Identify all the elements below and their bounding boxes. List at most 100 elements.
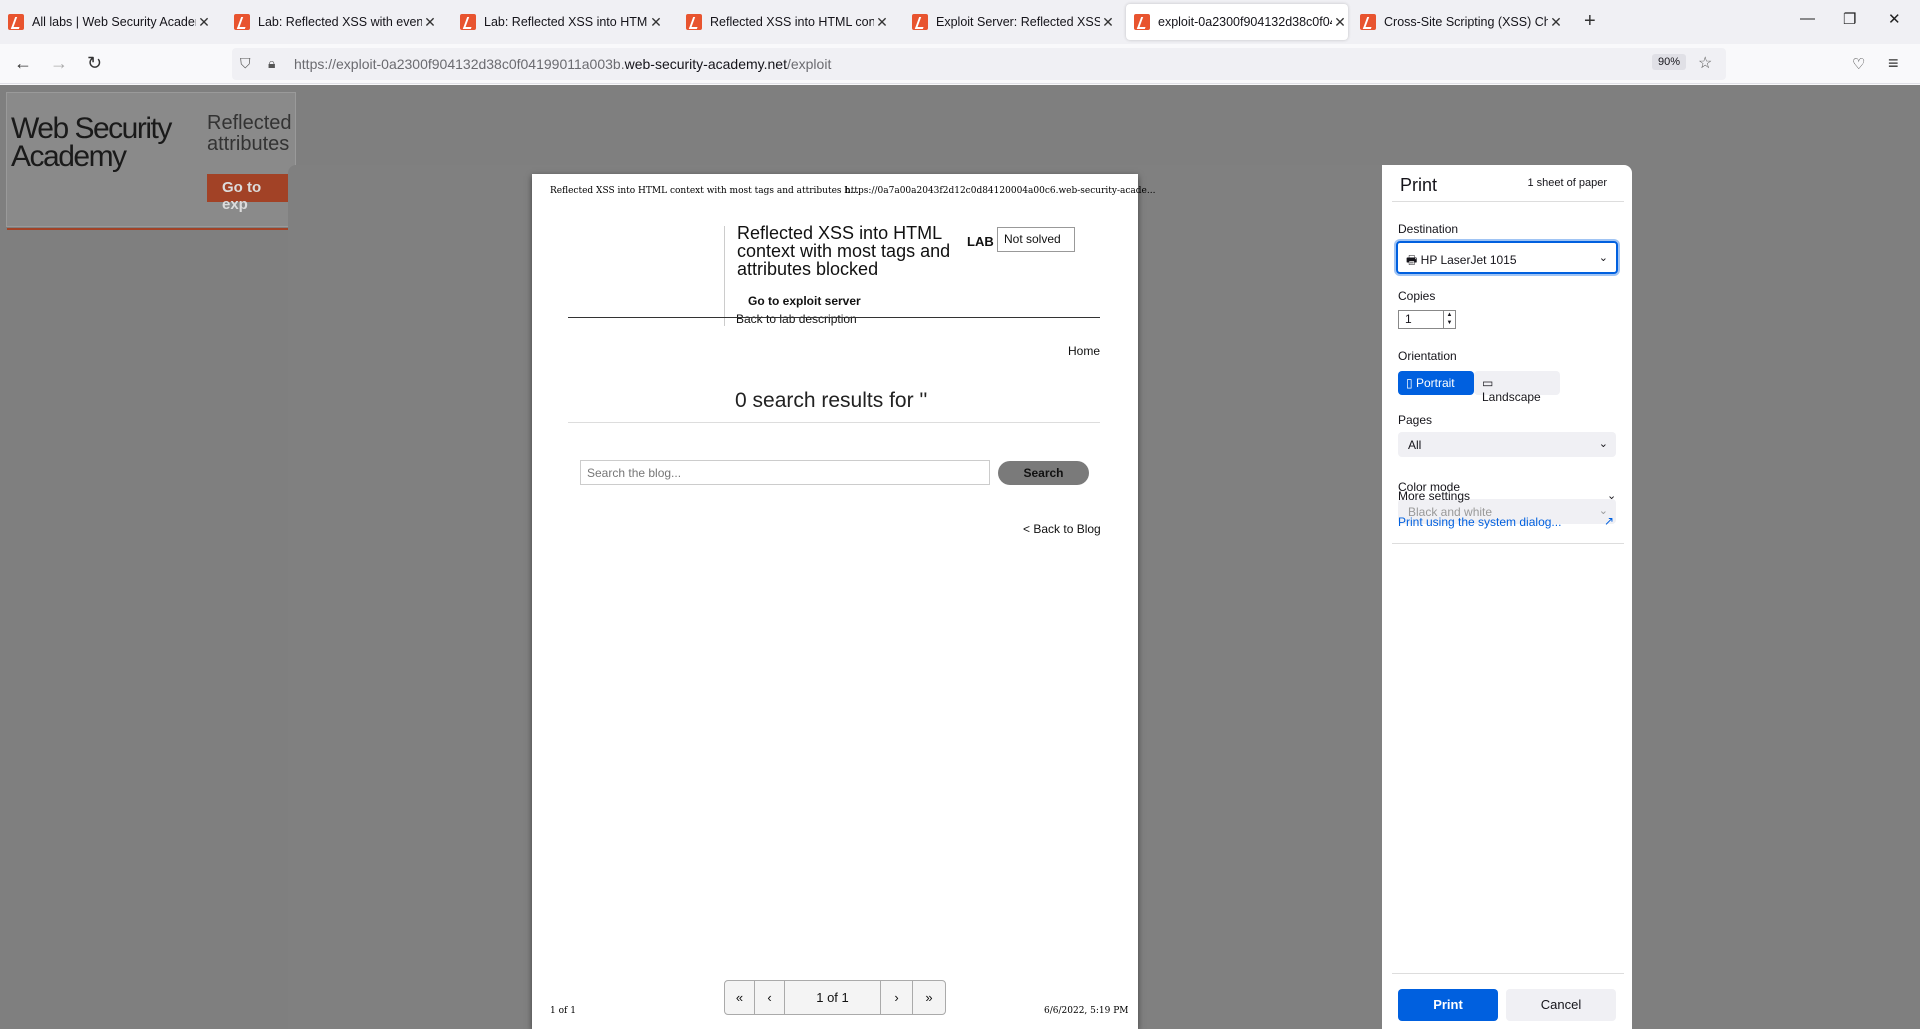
back-icon[interactable]: ← (14, 53, 32, 74)
home-link: Home (1068, 344, 1101, 358)
pages-value: All (1408, 438, 1422, 452)
navigation-toolbar: ← → ↻ ⛉ 🔒︎ https://exploit-0a2300f904132… (0, 44, 1920, 84)
shield-icon[interactable]: ⛉ (240, 55, 251, 72)
academy-logo: Web Security Academy (11, 114, 172, 173)
cancel-button[interactable]: Cancel (1506, 989, 1616, 1021)
background-go-button: Go to exp (207, 174, 297, 213)
page-footer-count: 1 of 1 (550, 1006, 576, 1016)
tab-reflected-xss[interactable]: Reflected XSS into HTML context ✕ (678, 4, 890, 40)
destination-select[interactable]: 🖶 HP LaserJet 1015 ⌄ (1396, 241, 1618, 274)
destination-label: Destination (1398, 222, 1459, 236)
divider (1392, 973, 1624, 974)
destination-value: HP LaserJet 1015 (1420, 253, 1517, 267)
print-button[interactable]: Print (1398, 989, 1498, 1021)
academy-favicon-icon (912, 14, 928, 30)
pages-select[interactable]: All ⌄ (1398, 432, 1616, 457)
pages-label: Pages (1398, 413, 1433, 427)
tab-xss-cheat-sheet[interactable]: Cross-Site Scripting (XSS) Cheat ✕ (1352, 4, 1564, 40)
page-indicator: 1 of 1 (785, 981, 881, 1014)
page-portrait-icon: ▯ (1406, 376, 1413, 390)
close-tab-icon[interactable]: ✕ (648, 14, 664, 31)
spinner-icon[interactable]: ▲ ▼ (1443, 311, 1455, 328)
copies-label: Copies (1398, 289, 1436, 303)
tab-title: Cross-Site Scripting (XSS) Cheat (1384, 15, 1548, 29)
tab-lab-event-handlers[interactable]: Lab: Reflected XSS with event handlers ✕ (226, 4, 438, 40)
restore-icon[interactable]: ❐ (1843, 10, 1856, 28)
url-bar[interactable]: ⛉ 🔒︎ https://exploit-0a2300f904132d38c0f… (232, 48, 1726, 80)
close-tab-icon[interactable]: ✕ (1548, 14, 1564, 31)
academy-favicon-icon (1134, 14, 1150, 30)
tab-all-labs[interactable]: All labs | Web Security Academy ✕ (0, 4, 212, 40)
portrait-label: Portrait (1415, 376, 1455, 390)
last-page-icon[interactable]: » (913, 981, 945, 1014)
orientation-label: Orientation (1398, 349, 1457, 363)
first-page-icon[interactable]: « (725, 981, 755, 1014)
url-domain: web-security-academy.net (624, 56, 787, 72)
copies-stepper[interactable]: 1 ▲ ▼ (1398, 310, 1456, 329)
tab-title: Lab: Reflected XSS into HTML context (484, 15, 648, 29)
close-tab-icon[interactable]: ✕ (1100, 14, 1116, 31)
lock-icon[interactable]: 🔒︎ (268, 55, 275, 72)
close-window-icon[interactable]: ✕ (1888, 10, 1901, 28)
divider (1392, 201, 1624, 202)
divider (724, 226, 725, 326)
close-tab-icon[interactable]: ✕ (1332, 14, 1348, 31)
lab-label: LAB (967, 234, 994, 249)
page-footer-date: 6/6/2022, 5:19 PM (1044, 1006, 1129, 1016)
logo-text: Academy (11, 140, 127, 173)
academy-favicon-icon (234, 14, 250, 30)
next-page-icon[interactable]: › (881, 981, 913, 1014)
tab-lab-html-context[interactable]: Lab: Reflected XSS into HTML context ✕ (452, 4, 664, 40)
url-text[interactable]: https://exploit-0a2300f904132d38c0f04199… (294, 56, 831, 72)
tab-exploit-active[interactable]: exploit-0a2300f904132d38c0f04 ✕ (1126, 4, 1348, 40)
chevron-down-icon: ⌄ (1598, 252, 1608, 264)
blog-search-input: Search the blog... (580, 460, 990, 485)
page-header-title: Reflected XSS into HTML context with mos… (550, 186, 859, 196)
back-lab-description-link: Back to lab description (736, 312, 857, 326)
academy-favicon-icon (686, 14, 702, 30)
print-preview-page: Reflected XSS into HTML context with mos… (532, 174, 1155, 1029)
print-settings-panel: Print 1 sheet of paper Destination 🖶 HP … (1382, 165, 1632, 1029)
academy-favicon-icon (460, 14, 476, 30)
url-path: /exploit (786, 56, 832, 72)
bookmark-star-icon[interactable]: ☆ (1698, 53, 1712, 73)
back-to-blog-link: < Back to Blog (1023, 522, 1101, 536)
reload-icon[interactable]: ↻ (87, 53, 102, 74)
copies-value: 1 (1405, 312, 1412, 326)
close-tab-icon[interactable]: ✕ (196, 14, 212, 31)
minimize-icon[interactable]: — (1800, 10, 1815, 27)
landscape-button[interactable]: ▭ Landscape (1474, 371, 1560, 404)
printer-icon: 🖶 (1406, 253, 1418, 267)
more-settings-toggle[interactable]: More settings (1398, 489, 1470, 503)
tab-exploit-server[interactable]: Exploit Server: Reflected XSS into ✕ (904, 4, 1116, 40)
external-link-icon[interactable]: ↗ (1604, 514, 1614, 528)
zoom-indicator[interactable]: 90% (1652, 54, 1687, 70)
chevron-down-icon: ⌄ (1598, 438, 1608, 450)
blog-search-button: Search (998, 461, 1089, 485)
divider (1392, 543, 1624, 544)
pocket-icon[interactable]: ♡ (1852, 55, 1865, 73)
academy-favicon-icon (1360, 14, 1376, 30)
title-line: attributes (207, 133, 290, 155)
portrait-button[interactable]: ▯ Portrait (1398, 371, 1474, 395)
new-tab-icon[interactable]: + (1584, 10, 1596, 33)
go-exploit-server-link: Go to exploit server (748, 294, 861, 308)
landscape-label: Landscape (1482, 390, 1541, 404)
previous-page-icon[interactable]: ‹ (755, 981, 785, 1014)
divider (7, 228, 297, 230)
menu-icon[interactable]: ≡ (1888, 53, 1899, 74)
close-tab-icon[interactable]: ✕ (874, 14, 890, 31)
tab-title: All labs | Web Security Academy (32, 15, 196, 29)
page-header-url: https://0a7a00a2043f2d12c0d84120004a00c6… (845, 186, 1156, 196)
chevron-down-icon[interactable]: ⌄ (1607, 489, 1616, 502)
lab-title: Reflected XSS into HTML context with mos… (737, 223, 951, 279)
tab-title: exploit-0a2300f904132d38c0f04 (1158, 15, 1332, 29)
close-tab-icon[interactable]: ✕ (422, 14, 438, 31)
search-results-heading: 0 search results for '' (735, 389, 928, 412)
system-dialog-link[interactable]: Print using the system dialog... (1398, 515, 1561, 529)
preview-pager: « ‹ 1 of 1 › » (724, 980, 946, 1015)
forward-icon[interactable]: → (50, 53, 68, 74)
tab-title: Exploit Server: Reflected XSS into (936, 15, 1100, 29)
page-content: Web Security Academy Reflected attributes … (0, 85, 1920, 1029)
background-lab-title: Reflected attributes (207, 113, 292, 155)
